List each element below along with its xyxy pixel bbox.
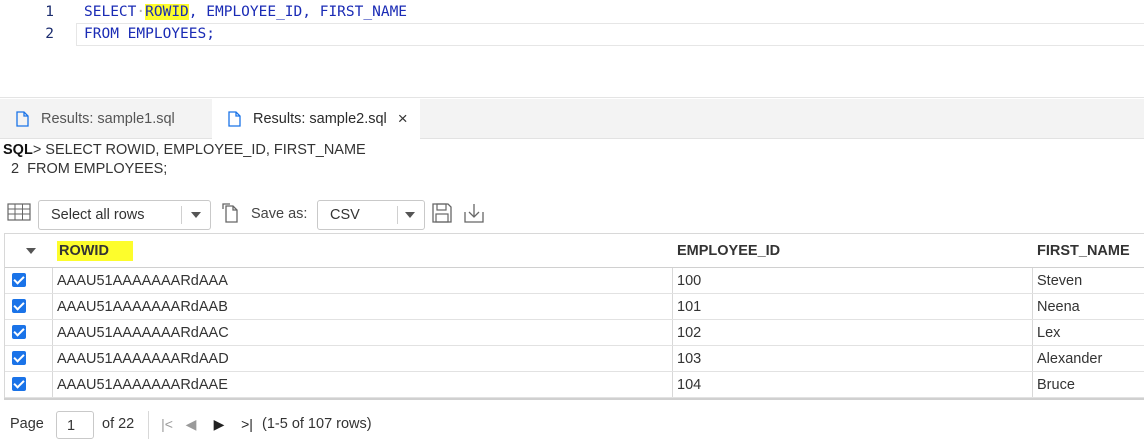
chevron-down-icon — [191, 212, 201, 218]
cell-first-name[interactable]: Neena — [1037, 294, 1080, 320]
cell-rowid[interactable]: AAAU51AAAAAAARdAAA — [57, 268, 228, 294]
file-icon — [228, 111, 241, 127]
save-as-label: Save as: — [251, 206, 308, 222]
tab-results-sample2[interactable]: Results: sample2.sql × — [212, 99, 420, 139]
column-header-employee-id[interactable]: EMPLOYEE_ID — [677, 234, 780, 268]
tab-label: Results: sample1.sql — [41, 111, 175, 127]
pagination-bar: Page 1 of 22 |< ◀ ▶ >| (1-5 of 107 rows) — [4, 398, 1144, 447]
row-selection-dropdown[interactable]: Select all rows — [38, 200, 211, 230]
table-row[interactable]: AAAU51AAAAAAARdAAB 101 Neena — [5, 294, 1144, 320]
page-label: Page — [10, 416, 44, 432]
export-format-dropdown[interactable]: CSV — [317, 200, 425, 230]
results-grid: ROWID EMPLOYEE_ID FIRST_NAME AAAU51AAAAA… — [4, 233, 1144, 399]
cell-rowid[interactable]: AAAU51AAAAAAARdAAB — [57, 294, 228, 320]
current-line-box — [76, 23, 1144, 46]
cell-first-name[interactable]: Lex — [1037, 320, 1060, 346]
first-page-icon[interactable]: |< — [157, 412, 177, 436]
output-line-1: SQL> SELECT ROWID, EMPLOYEE_ID, FIRST_NA… — [3, 142, 366, 158]
row-count-label: (1-5 of 107 rows) — [262, 416, 372, 432]
export-format-value: CSV — [330, 207, 360, 223]
row-checkbox[interactable] — [12, 273, 26, 287]
cell-first-name[interactable]: Bruce — [1037, 372, 1075, 398]
output-text: > SELECT ROWID, EMPLOYEE_ID, FIRST_NAME — [32, 142, 366, 158]
last-page-icon[interactable]: >| — [237, 412, 257, 436]
download-icon[interactable] — [462, 201, 486, 225]
cell-rowid[interactable]: AAAU51AAAAAAARdAAC — [57, 320, 229, 346]
cell-rowid[interactable]: AAAU51AAAAAAARdAAE — [57, 372, 228, 398]
results-toolbar: Select all rows Save as: CSV — [0, 197, 1144, 231]
copy-icon[interactable] — [218, 201, 242, 225]
dropdown-divider — [181, 206, 182, 224]
column-header-rowid[interactable]: ROWID — [57, 234, 133, 268]
output-line-2: 2 FROM EMPLOYEES; — [11, 161, 168, 177]
next-page-icon[interactable]: ▶ — [209, 412, 229, 436]
line-number: 2 — [45, 26, 54, 42]
row-checkbox[interactable] — [12, 377, 26, 391]
cell-employee-id[interactable]: 100 — [677, 268, 701, 294]
code-text[interactable]: FROM EMPLOYEES; — [84, 23, 215, 46]
cell-first-name[interactable]: Steven — [1037, 268, 1082, 294]
previous-page-icon[interactable]: ◀ — [181, 412, 201, 436]
grid-header: ROWID EMPLOYEE_ID FIRST_NAME — [5, 234, 1144, 268]
code-text[interactable]: SELECT·ROWID, EMPLOYEE_ID, FIRST_NAME — [84, 1, 407, 24]
row-selection-value: Select all rows — [51, 207, 145, 223]
table-row[interactable]: AAAU51AAAAAAARdAAA 100 Steven — [5, 268, 1144, 294]
cell-employee-id[interactable]: 104 — [677, 372, 701, 398]
table-row[interactable]: AAAU51AAAAAAARdAAC 102 Lex — [5, 320, 1144, 346]
cell-employee-id[interactable]: 103 — [677, 346, 701, 372]
dropdown-divider — [397, 206, 398, 224]
results-tab-bar: Results: sample1.sql Results: sample2.sq… — [0, 99, 1144, 139]
code-rest: , EMPLOYEE_ID, FIRST_NAME — [188, 4, 408, 20]
editor-line-1[interactable]: 1 SELECT·ROWID, EMPLOYEE_ID, FIRST_NAME — [0, 1, 1144, 24]
save-icon[interactable] — [430, 201, 454, 225]
row-checkbox[interactable] — [12, 325, 26, 339]
close-icon[interactable]: × — [398, 109, 408, 129]
page-number-input[interactable]: 1 — [56, 411, 94, 439]
column-header-label: ROWID — [57, 241, 133, 261]
sql-prompt: SQL — [3, 142, 33, 158]
table-grid-icon[interactable] — [7, 203, 31, 221]
tab-results-sample1[interactable]: Results: sample1.sql — [14, 99, 212, 139]
page-total-label: of 22 — [102, 416, 135, 432]
pager-divider — [148, 411, 149, 439]
table-row[interactable]: AAAU51AAAAAAARdAAD 103 Alexander — [5, 346, 1144, 372]
select-all-menu-icon[interactable] — [26, 248, 36, 254]
keyword-select: SELECT — [84, 4, 137, 20]
table-row[interactable]: AAAU51AAAAAAARdAAE 104 Bruce — [5, 372, 1144, 398]
cell-employee-id[interactable]: 102 — [677, 320, 701, 346]
chevron-down-icon — [405, 212, 415, 218]
cell-first-name[interactable]: Alexander — [1037, 346, 1102, 372]
editor-line-2[interactable]: 2 FROM EMPLOYEES; — [0, 23, 1144, 46]
tab-label: Results: sample2.sql — [253, 111, 387, 127]
row-checkbox[interactable] — [12, 351, 26, 365]
column-header-first-name[interactable]: FIRST_NAME — [1037, 234, 1130, 268]
row-checkbox[interactable] — [12, 299, 26, 313]
line-number: 1 — [45, 4, 54, 20]
cell-employee-id[interactable]: 101 — [677, 294, 701, 320]
cell-rowid[interactable]: AAAU51AAAAAAARdAAD — [57, 346, 229, 372]
file-icon — [16, 111, 29, 127]
highlighted-rowid: ROWID — [145, 4, 189, 20]
sql-editor[interactable]: 1 SELECT·ROWID, EMPLOYEE_ID, FIRST_NAME … — [0, 0, 1144, 98]
